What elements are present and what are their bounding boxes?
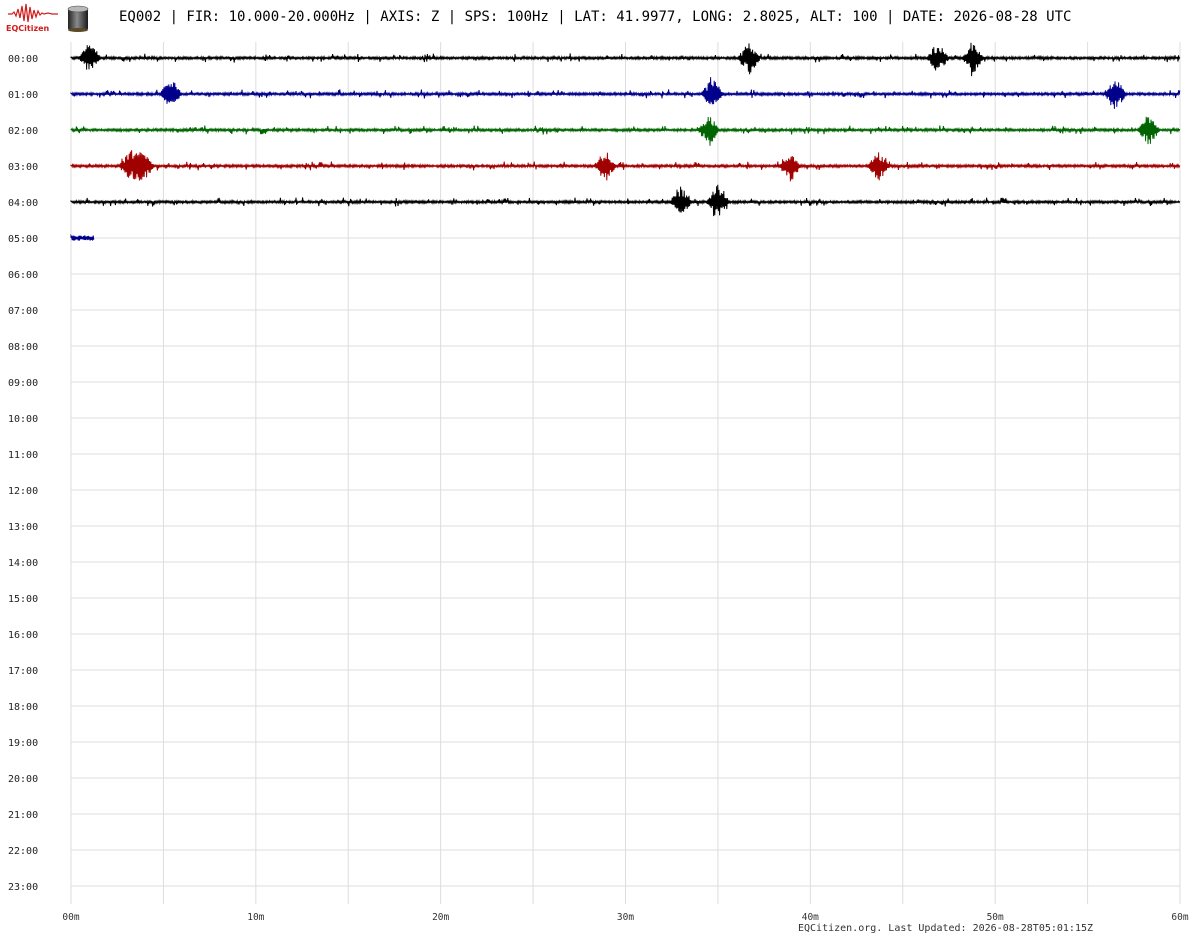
hour-label: 23:00 <box>8 882 38 893</box>
hour-label: 02:00 <box>8 126 38 137</box>
hour-label: 03:00 <box>8 162 38 173</box>
helicorder-plot: 00:00 01:00 02:00 03:00 04:00 05:00 06:00 07:00… <box>8 42 1189 923</box>
hour-label: 11:00 <box>8 450 38 461</box>
hour-label: 01:00 <box>8 90 38 101</box>
hour-label: 21:00 <box>8 810 38 821</box>
hour-label: 22:00 <box>8 846 38 857</box>
minute-tick-label: 40m <box>802 912 819 923</box>
minute-tick-label: 20m <box>432 912 449 923</box>
hour-label: 00:00 <box>8 54 38 65</box>
minute-tick-label: 50m <box>987 912 1004 923</box>
hour-label: 07:00 <box>8 306 38 317</box>
hour-label: 12:00 <box>8 486 38 497</box>
hour-label: 14:00 <box>8 558 38 569</box>
hour-label: 05:00 <box>8 234 38 245</box>
hour-label: 10:00 <box>8 414 38 425</box>
hour-label: 08:00 <box>8 342 38 353</box>
minute-tick-label: 00m <box>62 912 79 923</box>
minute-tick-label: 60m <box>1171 912 1188 923</box>
hour-label: 18:00 <box>8 702 38 713</box>
hour-label: 20:00 <box>8 774 38 785</box>
hour-label: 06:00 <box>8 270 38 281</box>
minute-tick-label: 30m <box>617 912 634 923</box>
hour-label: 04:00 <box>8 198 38 209</box>
last-updated-footer: EQCitizen.org. Last Updated: 2026-08-28T… <box>798 923 1094 934</box>
trace-0500 <box>70 233 95 241</box>
hour-label: 17:00 <box>8 666 38 677</box>
hour-label: 19:00 <box>8 738 38 749</box>
hour-label: 16:00 <box>8 630 38 641</box>
minute-tick-label: 10m <box>247 912 264 923</box>
hour-label: 15:00 <box>8 594 38 605</box>
hour-label: 13:00 <box>8 522 38 533</box>
hour-label: 09:00 <box>8 378 38 389</box>
